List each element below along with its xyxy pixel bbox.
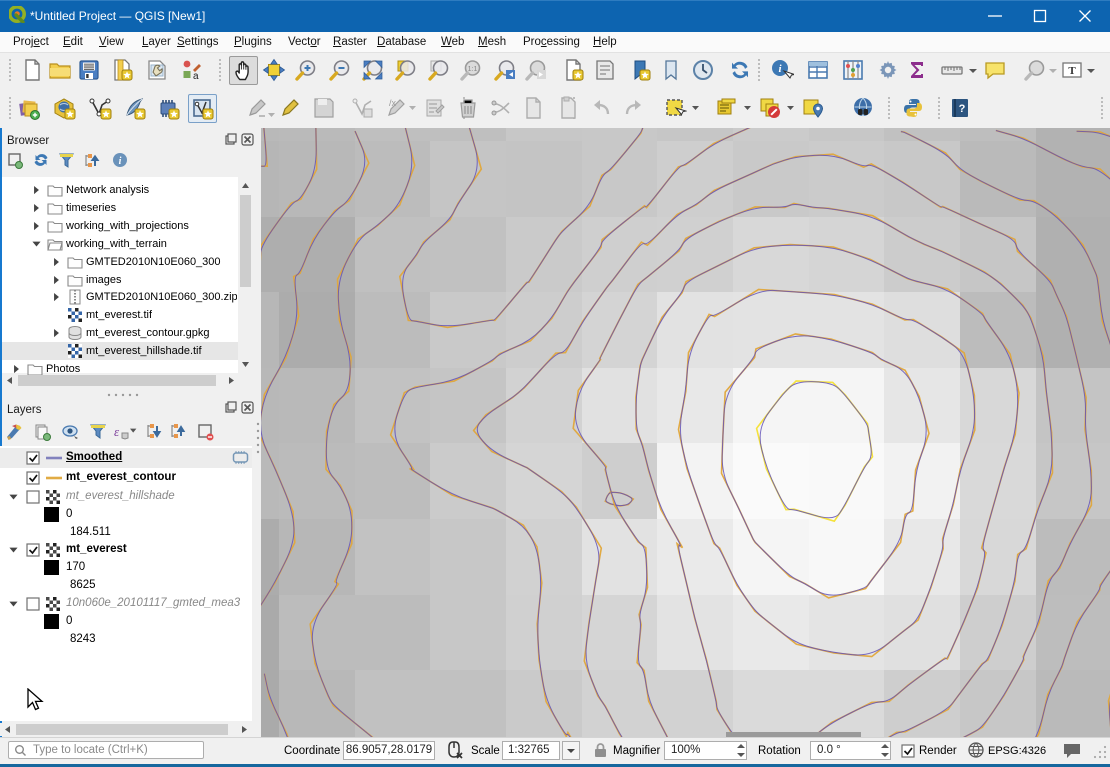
svg-text:i: i bbox=[119, 156, 122, 167]
svg-text:T: T bbox=[1068, 65, 1076, 77]
svg-text:?: ? bbox=[959, 103, 966, 115]
svg-text:ε: ε bbox=[114, 424, 120, 439]
svg-text:1:1: 1:1 bbox=[468, 66, 478, 73]
svg-text:a: a bbox=[193, 71, 199, 82]
svg-text:/x: /x bbox=[389, 98, 397, 108]
